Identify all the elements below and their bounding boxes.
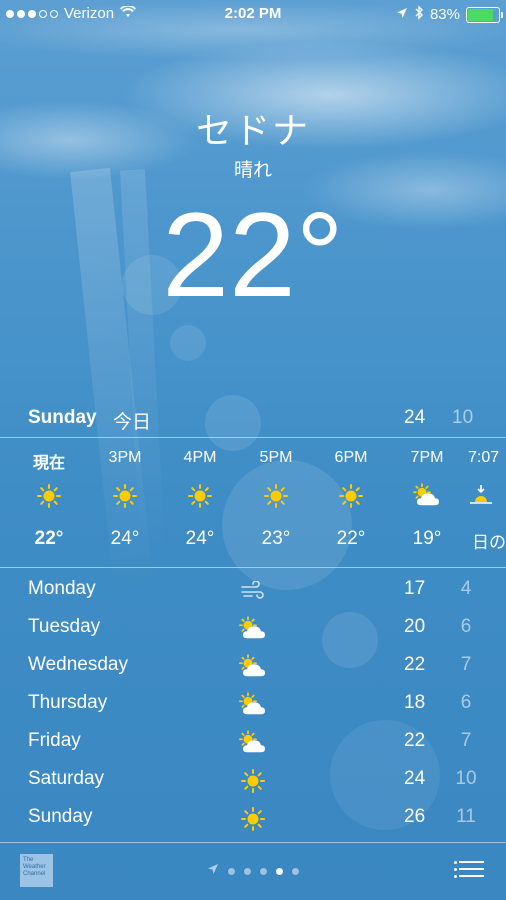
location-arrow-icon	[207, 862, 219, 880]
sun-icon	[236, 766, 270, 796]
partly-cloudy-icon	[236, 652, 270, 682]
partly-cloudy-icon	[397, 476, 457, 516]
current-temperature: 22°	[162, 188, 344, 322]
today-summary: Sunday 今日 24 10	[0, 405, 506, 435]
city-list-button[interactable]	[454, 859, 484, 879]
divider	[0, 842, 506, 843]
hour-item: 7PM 19°	[397, 440, 457, 550]
wind-icon	[236, 576, 270, 606]
sun-icon	[170, 476, 230, 516]
today-day: Sunday	[28, 407, 97, 428]
daily-forecast: Monday 17 4 Tuesday 20 6 Wednesday 22 7 …	[0, 572, 506, 838]
bottom-toolbar: The Weather Channel	[0, 845, 506, 900]
hour-item: 3PM 24°	[95, 440, 155, 550]
partly-cloudy-icon	[236, 614, 270, 644]
weather-condition: 晴れ	[233, 160, 272, 181]
daily-row: Tuesday 20 6	[0, 610, 506, 648]
city-name: セドナ	[195, 110, 310, 151]
battery-icon	[466, 6, 503, 23]
hour-item: 6PM 22°	[321, 440, 381, 550]
sun-icon	[236, 804, 270, 834]
hourly-forecast[interactable]: 現在 22° 3PM 24° 4PM 24° 5PM 23° 6PM 22° 7…	[0, 440, 506, 565]
hour-item: 現在 22°	[19, 440, 79, 550]
daily-row: Saturday 24 10	[0, 762, 506, 800]
daily-row: Monday 17 4	[0, 572, 506, 610]
hour-item: 5PM 23°	[246, 440, 306, 550]
sun-icon	[321, 476, 381, 516]
sunset-icon	[468, 476, 506, 516]
daily-row: Friday 22 7	[0, 724, 506, 762]
hour-item: 4PM 24°	[170, 440, 230, 550]
daily-row: Wednesday 22 7	[0, 648, 506, 686]
today-low: 10	[452, 407, 474, 428]
page-dot[interactable]	[292, 867, 299, 875]
sun-icon	[95, 476, 155, 516]
bluetooth-icon	[414, 5, 424, 24]
page-dot[interactable]	[276, 867, 283, 875]
divider	[0, 437, 506, 438]
page-dot[interactable]	[228, 867, 235, 875]
partly-cloudy-icon	[236, 690, 270, 720]
page-dot[interactable]	[244, 867, 251, 875]
sun-icon	[19, 476, 79, 516]
page-dot[interactable]	[260, 867, 267, 875]
daily-row: Sunday 26 11	[0, 800, 506, 838]
status-bar: Verizon 2:02 PM 83%	[0, 0, 506, 30]
hour-item: 7:07 日の	[468, 440, 506, 553]
today-high: 24	[404, 407, 426, 428]
daily-row: Thursday 18 6	[0, 686, 506, 724]
battery-percent: 83%	[429, 6, 460, 23]
sun-icon	[246, 476, 306, 516]
location-arrow-icon	[396, 6, 408, 23]
divider	[0, 567, 506, 568]
today-label: 今日	[113, 412, 152, 433]
page-indicator[interactable]	[0, 862, 506, 880]
partly-cloudy-icon	[236, 728, 270, 758]
